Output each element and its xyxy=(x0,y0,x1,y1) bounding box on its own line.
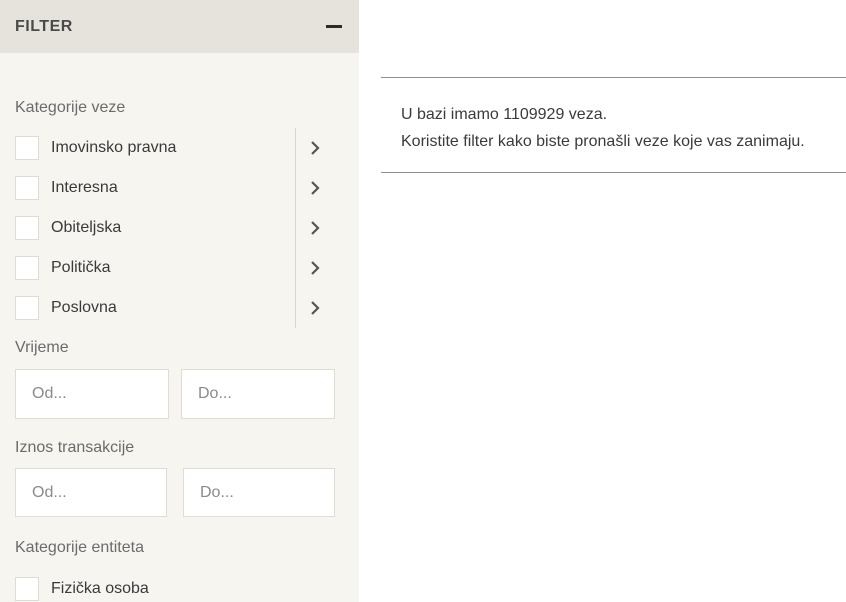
checkbox-imovinsko-pravna[interactable] xyxy=(15,136,39,160)
category-row-imovinsko-pravna: Imovinsko pravna xyxy=(15,128,335,168)
category-row-obiteljska: Obiteljska xyxy=(15,208,335,248)
divider xyxy=(381,172,846,173)
chevron-right-icon[interactable] xyxy=(303,216,327,240)
filter-header[interactable]: FILTER xyxy=(0,0,359,53)
entity-category-label[interactable]: Fizička osoba xyxy=(51,580,149,598)
time-from-input[interactable]: Od... xyxy=(15,369,169,419)
entity-categories-label: Kategorije entiteta xyxy=(15,539,144,556)
category-label[interactable]: Obiteljska xyxy=(51,219,121,237)
entity-row-fizicka-osoba: Fizička osoba xyxy=(15,569,335,602)
amount-label: Iznos transakcije xyxy=(15,439,135,456)
minus-icon xyxy=(326,25,342,28)
chevron-right-icon[interactable] xyxy=(303,256,327,280)
checkbox-fizicka-osoba[interactable] xyxy=(15,577,39,601)
filter-sidebar: FILTER Kategorije veze Imovinsko pravna … xyxy=(0,0,359,602)
results-hint-text: Koristite filter kako biste pronašli vez… xyxy=(401,133,805,150)
relationship-category-list: Imovinsko pravna Interesna Obiteljska Po… xyxy=(15,128,335,328)
relationship-categories-label: Kategorije veze xyxy=(15,99,126,116)
time-label: Vrijeme xyxy=(15,339,69,356)
amount-to-input[interactable]: Do... xyxy=(183,468,335,517)
amount-from-input[interactable]: Od... xyxy=(15,468,167,517)
divider xyxy=(381,77,846,78)
checkbox-poslovna[interactable] xyxy=(15,296,39,320)
category-row-politicka: Politička xyxy=(15,248,335,288)
chevron-right-icon[interactable] xyxy=(303,176,327,200)
chevron-right-icon[interactable] xyxy=(303,296,327,320)
collapse-filter-button[interactable] xyxy=(322,15,346,39)
results-count-text: U bazi imamo 1109929 veza. xyxy=(401,106,608,123)
checkbox-obiteljska[interactable] xyxy=(15,216,39,240)
checkbox-politicka[interactable] xyxy=(15,256,39,280)
category-label[interactable]: Interesna xyxy=(51,179,118,197)
time-to-input[interactable]: Do... xyxy=(181,369,335,419)
category-row-poslovna: Poslovna xyxy=(15,288,335,328)
checkbox-interesna[interactable] xyxy=(15,176,39,200)
category-label[interactable]: Poslovna xyxy=(51,299,117,317)
category-label[interactable]: Politička xyxy=(51,259,111,277)
filter-title: FILTER xyxy=(15,17,73,35)
category-row-interesna: Interesna xyxy=(15,168,335,208)
category-label[interactable]: Imovinsko pravna xyxy=(51,139,176,157)
chevron-right-icon[interactable] xyxy=(303,136,327,160)
results-info: U bazi imamo 1109929 veza. Koristite fil… xyxy=(401,101,805,155)
